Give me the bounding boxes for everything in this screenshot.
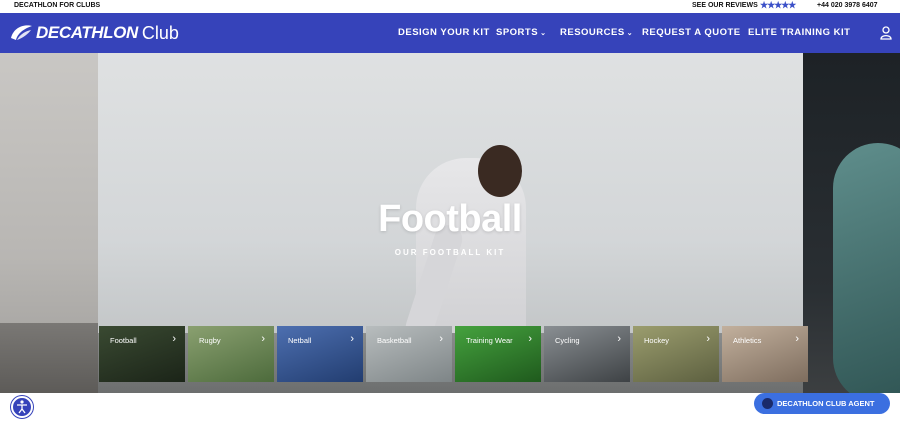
tile-hockey[interactable]: Hockey › [633,326,719,382]
chevron-right-icon: › [350,333,354,345]
tile-label: Football [110,336,137,345]
tile-label: Cycling [555,336,580,345]
nav-request-a-quote[interactable]: REQUEST A QUOTE [642,27,741,38]
tile-label: Basketball [377,336,412,345]
chevron-right-icon: › [617,333,621,345]
tile-training-wear[interactable]: Training Wear › [455,326,541,382]
nav-label: REQUEST A QUOTE [642,27,741,38]
top-bar: DECATHLON FOR CLUBS SEE OUR REVIEWS ★★★★… [0,0,900,13]
main-navigation: DECATHLON Club DESIGN YOUR KIT SPORTS ⌄ R… [0,13,900,53]
see-reviews-link[interactable]: SEE OUR REVIEWS [692,2,758,9]
chevron-right-icon: › [706,333,710,345]
tile-label: Netball [288,336,312,345]
player-head [478,145,522,197]
next-slide-figure [833,143,900,403]
hero-subtitle: OUR FOOTBALL KIT [394,248,506,257]
hero-title: Football [378,198,522,240]
chevron-down-icon: ⌄ [540,30,547,37]
clubs-label: DECATHLON FOR CLUBS [14,2,101,9]
accessibility-glyph-icon [17,400,27,414]
tile-cycling[interactable]: Cycling › [544,326,630,382]
tile-label: Rugby [199,336,221,345]
nav-label: DESIGN YOUR KIT [398,27,490,38]
tile-rugby[interactable]: Rugby › [188,326,274,382]
nav-resources[interactable]: RESOURCES ⌄ [560,27,633,38]
nav-label: ELITE TRAINING KIT [748,27,851,38]
chevron-down-icon: ⌄ [626,30,634,37]
club-agent-button[interactable]: DECATHLON CLUB AGENT [754,393,890,414]
nav-elite-training-kit[interactable]: ELITE TRAINING KIT [748,27,850,38]
agent-button-label: DECATHLON CLUB AGENT [777,399,875,408]
chevron-right-icon: › [439,333,443,345]
nav-sports[interactable]: SPORTS ⌄ [496,27,546,38]
tile-football[interactable]: Football › [99,326,185,382]
chevron-right-icon: › [261,333,265,345]
chevron-right-icon: › [528,333,532,345]
ground [0,323,98,393]
tile-netball[interactable]: Netball › [277,326,363,382]
nav-label: RESOURCES [560,27,625,38]
brand-club: Club [141,22,179,43]
brand-name: DECATHLON [36,23,138,42]
sport-tiles: Football › Rugby › Netball › Basketball › Tr… [99,326,808,382]
phone-number[interactable]: +44 020 3978 6407 [817,2,878,9]
tile-label: Training Wear [466,336,513,345]
nav-design-your-kit[interactable]: DESIGN YOUR KIT [398,27,490,38]
tile-athletics[interactable]: Athletics › [722,326,808,382]
nav-label: SPORTS [496,27,539,38]
tile-label: Athletics [733,336,762,345]
decathlon-logo-icon [11,25,32,40]
user-account-icon[interactable] [880,26,892,40]
tile-label: Hockey [644,336,670,345]
tile-basketball[interactable]: Basketball › [366,326,452,382]
decathlon-club-logo[interactable]: DECATHLON Club [8,22,179,44]
agent-avatar-icon [762,398,773,409]
accessibility-icon[interactable] [11,396,33,418]
rating-stars-icon[interactable]: ★★★★★ [760,0,796,11]
chevron-right-icon: › [795,333,799,345]
chevron-right-icon: › [172,333,176,345]
